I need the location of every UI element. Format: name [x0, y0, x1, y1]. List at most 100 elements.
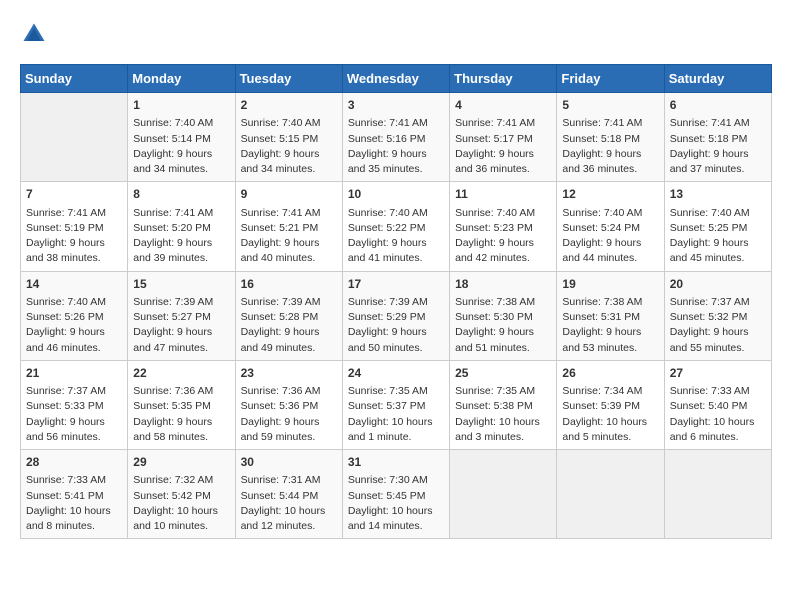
daylight-text: Daylight: 9 hours and 44 minutes.: [562, 237, 641, 264]
day-number: 31: [348, 454, 444, 471]
daylight-text: Daylight: 10 hours and 14 minutes.: [348, 505, 433, 532]
calendar-cell: [21, 93, 128, 182]
day-number: 22: [133, 365, 229, 382]
sunset-text: Sunset: 5:22 PM: [348, 222, 426, 234]
sunrise-text: Sunrise: 7:40 AM: [133, 117, 213, 129]
header-tuesday: Tuesday: [235, 65, 342, 93]
daylight-text: Daylight: 9 hours and 41 minutes.: [348, 237, 427, 264]
sunrise-text: Sunrise: 7:41 AM: [133, 207, 213, 219]
day-number: 4: [455, 97, 551, 114]
day-number: 1: [133, 97, 229, 114]
header-monday: Monday: [128, 65, 235, 93]
calendar-cell: 19Sunrise: 7:38 AMSunset: 5:31 PMDayligh…: [557, 271, 664, 360]
daylight-text: Daylight: 9 hours and 39 minutes.: [133, 237, 212, 264]
daylight-text: Daylight: 9 hours and 56 minutes.: [26, 416, 105, 443]
calendar-body: 1 Sunrise: 7:40 AM Sunset: 5:14 PM Daylight…: [21, 93, 772, 539]
daylight-text: Daylight: 9 hours and 36 minutes.: [455, 148, 534, 175]
calendar-cell: 24Sunrise: 7:35 AMSunset: 5:37 PMDayligh…: [342, 360, 449, 449]
sunset-text: Sunset: 5:16 PM: [348, 133, 426, 145]
daylight-text: Daylight: 9 hours and 46 minutes.: [26, 326, 105, 353]
header-thursday: Thursday: [450, 65, 557, 93]
sunrise-text: Sunrise: 7:40 AM: [26, 296, 106, 308]
sunset-text: Sunset: 5:20 PM: [133, 222, 211, 234]
day-number: 7: [26, 186, 122, 203]
sunset-text: Sunset: 5:41 PM: [26, 490, 104, 502]
daylight-text: Daylight: 9 hours and 34 minutes.: [133, 148, 212, 175]
sunrise-text: Sunrise: 7:31 AM: [241, 474, 321, 486]
calendar-cell: 29Sunrise: 7:32 AMSunset: 5:42 PMDayligh…: [128, 450, 235, 539]
header-sunday: Sunday: [21, 65, 128, 93]
sunrise-text: Sunrise: 7:38 AM: [455, 296, 535, 308]
sunrise-text: Sunrise: 7:41 AM: [241, 207, 321, 219]
sunset-text: Sunset: 5:33 PM: [26, 400, 104, 412]
day-number: 21: [26, 365, 122, 382]
calendar-week-row: 14Sunrise: 7:40 AMSunset: 5:26 PMDayligh…: [21, 271, 772, 360]
day-number: 8: [133, 186, 229, 203]
sunset-text: Sunset: 5:18 PM: [670, 133, 748, 145]
sunset-text: Sunset: 5:39 PM: [562, 400, 640, 412]
calendar-cell: 1 Sunrise: 7:40 AM Sunset: 5:14 PM Daylight…: [128, 93, 235, 182]
sunset-text: Sunset: 5:40 PM: [670, 400, 748, 412]
sunset-text: Sunset: 5:38 PM: [455, 400, 533, 412]
daylight-text: Daylight: 10 hours and 3 minutes.: [455, 416, 540, 443]
sunset-text: Sunset: 5:17 PM: [455, 133, 533, 145]
header-saturday: Saturday: [664, 65, 771, 93]
calendar-cell: 17Sunrise: 7:39 AMSunset: 5:29 PMDayligh…: [342, 271, 449, 360]
sunset-text: Sunset: 5:25 PM: [670, 222, 748, 234]
sunrise-text: Sunrise: 7:40 AM: [670, 207, 750, 219]
day-number: 2: [241, 97, 337, 114]
day-number: 11: [455, 186, 551, 203]
header-friday: Friday: [557, 65, 664, 93]
sunset-text: Sunset: 5:19 PM: [26, 222, 104, 234]
day-number: 12: [562, 186, 658, 203]
calendar-cell: 12Sunrise: 7:40 AMSunset: 5:24 PMDayligh…: [557, 182, 664, 271]
calendar-cell: 21Sunrise: 7:37 AMSunset: 5:33 PMDayligh…: [21, 360, 128, 449]
sunset-text: Sunset: 5:23 PM: [455, 222, 533, 234]
page-header: [20, 20, 772, 48]
sunset-text: Sunset: 5:26 PM: [26, 311, 104, 323]
calendar-cell: 7Sunrise: 7:41 AMSunset: 5:19 PMDaylight…: [21, 182, 128, 271]
calendar-week-row: 1 Sunrise: 7:40 AM Sunset: 5:14 PM Daylight…: [21, 93, 772, 182]
day-number: 10: [348, 186, 444, 203]
calendar-cell: 9Sunrise: 7:41 AMSunset: 5:21 PMDaylight…: [235, 182, 342, 271]
sunset-text: Sunset: 5:21 PM: [241, 222, 319, 234]
calendar-cell: 26Sunrise: 7:34 AMSunset: 5:39 PMDayligh…: [557, 360, 664, 449]
sunrise-text: Sunrise: 7:30 AM: [348, 474, 428, 486]
sunset-text: Sunset: 5:27 PM: [133, 311, 211, 323]
day-number: 30: [241, 454, 337, 471]
sunrise-text: Sunrise: 7:39 AM: [133, 296, 213, 308]
daylight-text: Daylight: 9 hours and 47 minutes.: [133, 326, 212, 353]
day-number: 29: [133, 454, 229, 471]
daylight-text: Daylight: 9 hours and 34 minutes.: [241, 148, 320, 175]
day-number: 25: [455, 365, 551, 382]
daylight-text: Daylight: 9 hours and 49 minutes.: [241, 326, 320, 353]
calendar-cell: 4Sunrise: 7:41 AMSunset: 5:17 PMDaylight…: [450, 93, 557, 182]
daylight-text: Daylight: 9 hours and 53 minutes.: [562, 326, 641, 353]
calendar-cell: [450, 450, 557, 539]
day-number: 17: [348, 276, 444, 293]
daylight-text: Daylight: 10 hours and 5 minutes.: [562, 416, 647, 443]
sunrise-text: Sunrise: 7:36 AM: [133, 385, 213, 397]
sunset-text: Sunset: 5:24 PM: [562, 222, 640, 234]
daylight-text: Daylight: 9 hours and 55 minutes.: [670, 326, 749, 353]
calendar-cell: 8 Sunrise: 7:41 AM Sunset: 5:20 PM Daylight…: [128, 182, 235, 271]
calendar-cell: 18Sunrise: 7:38 AMSunset: 5:30 PMDayligh…: [450, 271, 557, 360]
day-number: 16: [241, 276, 337, 293]
daylight-text: Daylight: 9 hours and 37 minutes.: [670, 148, 749, 175]
sunrise-text: Sunrise: 7:39 AM: [241, 296, 321, 308]
sunset-text: Sunset: 5:31 PM: [562, 311, 640, 323]
sunset-text: Sunset: 5:29 PM: [348, 311, 426, 323]
calendar-cell: 3Sunrise: 7:41 AMSunset: 5:16 PMDaylight…: [342, 93, 449, 182]
sunrise-text: Sunrise: 7:40 AM: [455, 207, 535, 219]
calendar-cell: 22Sunrise: 7:36 AMSunset: 5:35 PMDayligh…: [128, 360, 235, 449]
sunrise-text: Sunrise: 7:37 AM: [670, 296, 750, 308]
calendar-cell: 14Sunrise: 7:40 AMSunset: 5:26 PMDayligh…: [21, 271, 128, 360]
sunrise-text: Sunrise: 7:38 AM: [562, 296, 642, 308]
daylight-text: Daylight: 9 hours and 42 minutes.: [455, 237, 534, 264]
calendar-cell: 31Sunrise: 7:30 AMSunset: 5:45 PMDayligh…: [342, 450, 449, 539]
daylight-text: Daylight: 10 hours and 1 minute.: [348, 416, 433, 443]
calendar-cell: [664, 450, 771, 539]
calendar-cell: 25Sunrise: 7:35 AMSunset: 5:38 PMDayligh…: [450, 360, 557, 449]
sunset-text: Sunset: 5:35 PM: [133, 400, 211, 412]
sunset-text: Sunset: 5:14 PM: [133, 133, 211, 145]
